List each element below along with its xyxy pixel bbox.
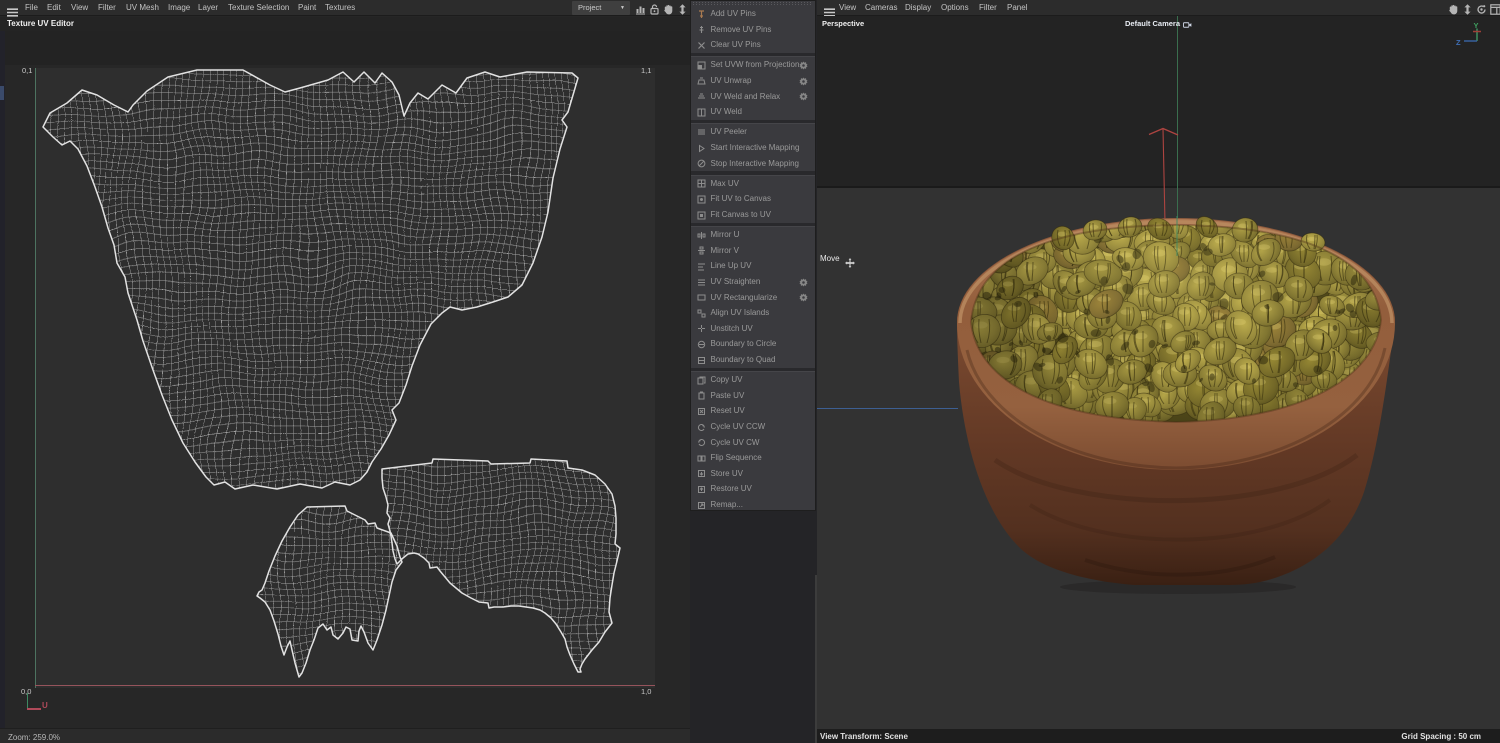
svg-text:Z: Z xyxy=(1456,38,1461,47)
svg-text:Y: Y xyxy=(1474,21,1479,30)
